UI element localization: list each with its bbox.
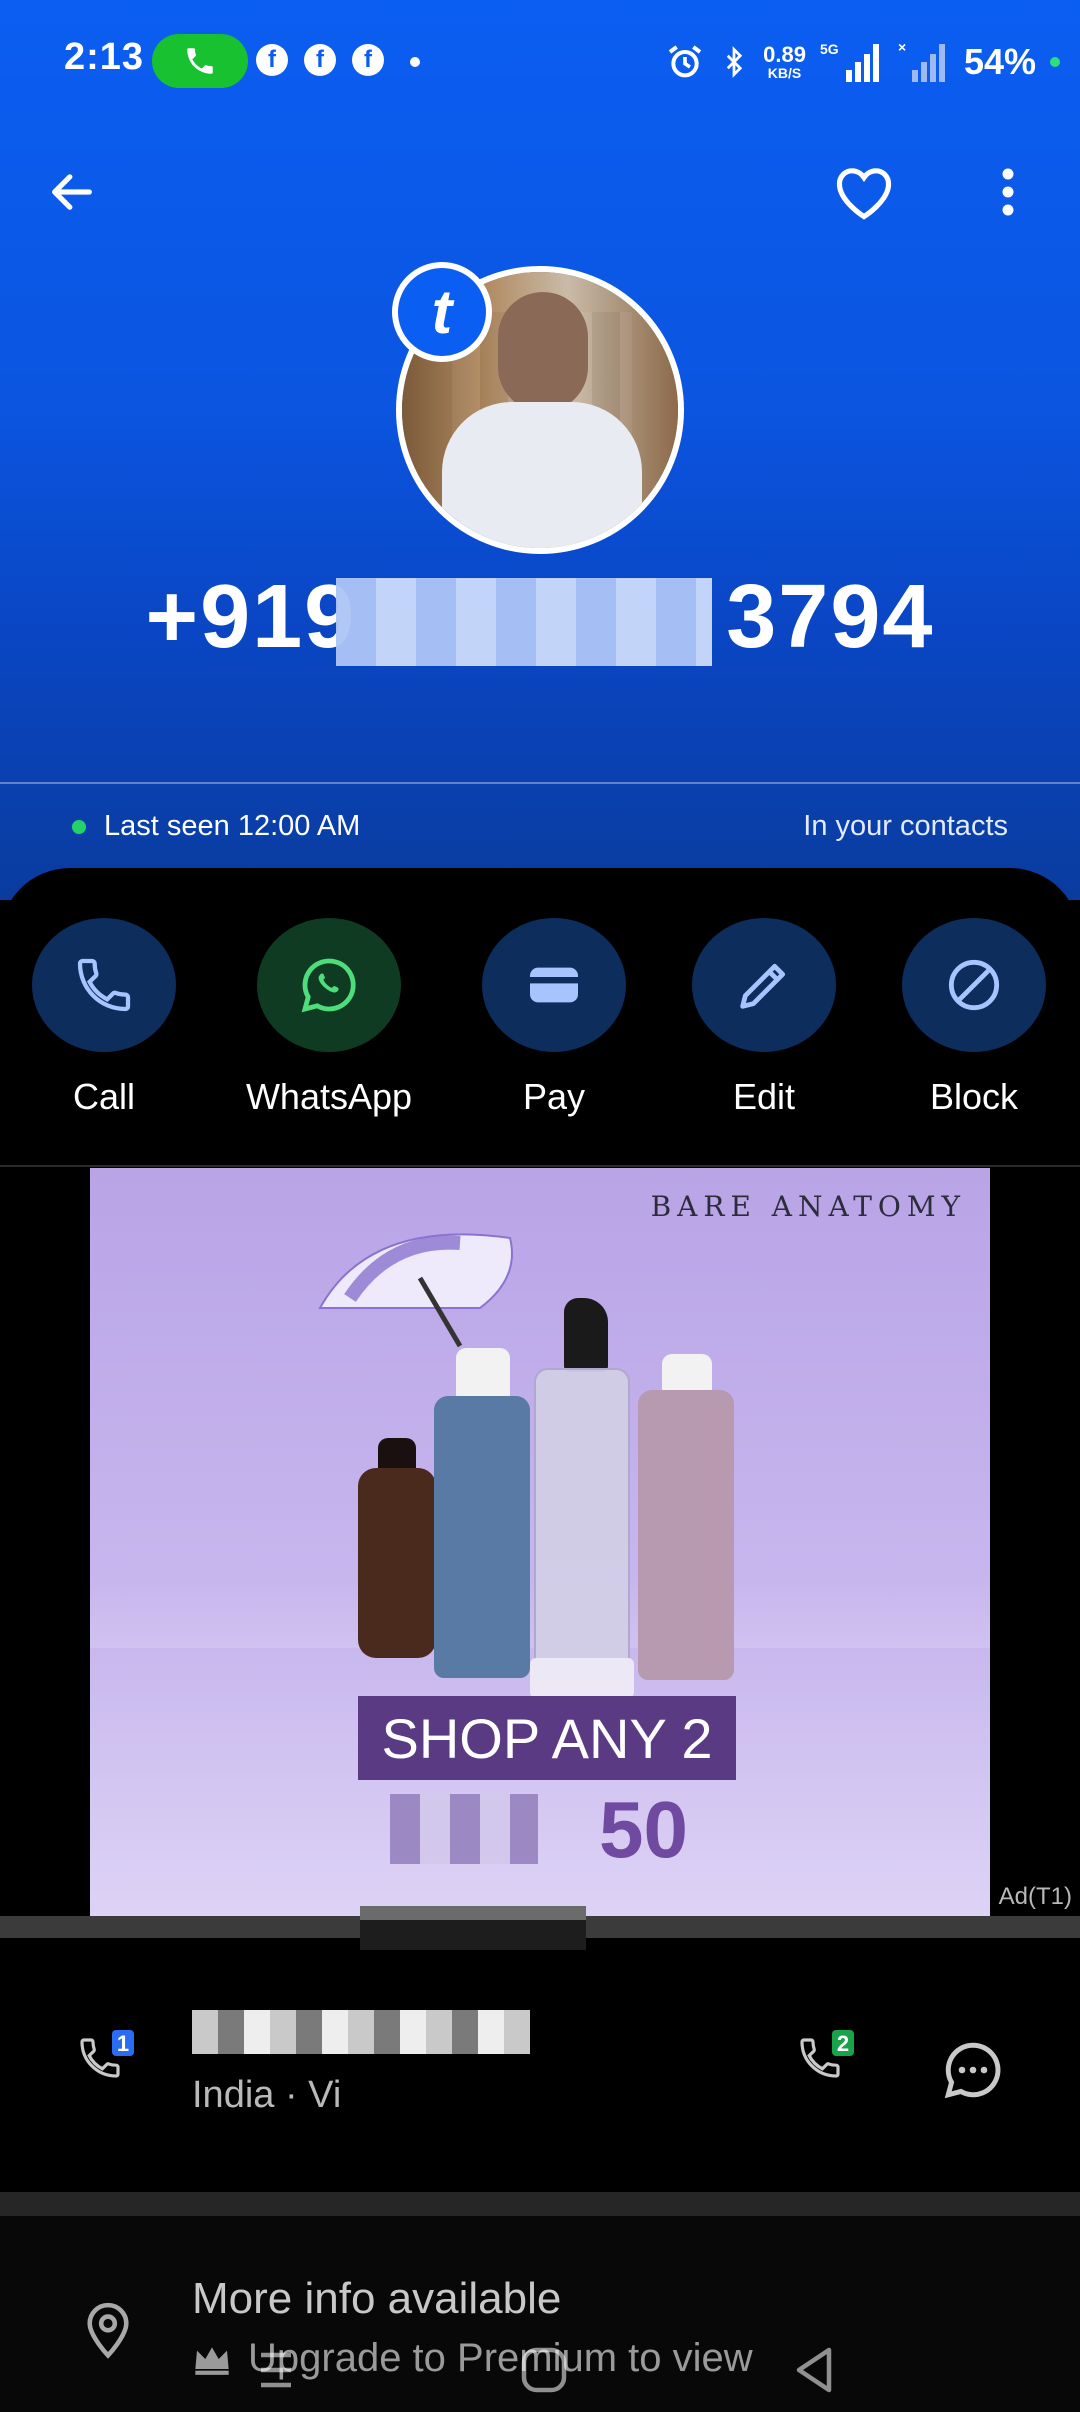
call-action-circle[interactable]: [32, 918, 176, 1052]
phone-icon: [187, 48, 213, 74]
avatar-shirt: [442, 402, 642, 548]
whatsapp-icon: [301, 958, 356, 1013]
section-divider: [0, 2192, 1080, 2216]
truecaller-badge: t: [392, 262, 492, 362]
wallet-icon: [530, 967, 578, 1003]
more-vertical-icon: [1002, 168, 1014, 216]
status-right-group: 0.89 KB/S 5G × 54%: [665, 34, 1060, 90]
pay-action-circle[interactable]: [482, 918, 626, 1052]
avatar-face-blurred: [498, 292, 588, 412]
whatsapp-action-label: WhatsApp: [245, 1076, 413, 1117]
last-seen-text: Last seen 12:00 AM: [104, 810, 361, 842]
location-pin-icon: [87, 2302, 129, 2359]
facebook-notification-icon: f: [352, 44, 384, 76]
back-button[interactable]: [40, 160, 104, 224]
status-bar: 2:13 f f f 0.89 KB/S 5G × 54%: [0, 0, 1080, 120]
arrow-left-icon: [52, 174, 92, 210]
signal-5g-icon: 5G: [820, 41, 879, 82]
number-location: India · Vi: [192, 2074, 342, 2116]
charging-dot: [1050, 57, 1060, 67]
block-action-label: Block: [929, 1076, 1019, 1117]
facebook-notification-icon: f: [256, 44, 288, 76]
ad-brand: BARE ANATOMY: [650, 1190, 966, 1223]
whatsapp-action[interactable]: WhatsApp: [229, 918, 429, 1118]
whatsapp-action-circle[interactable]: [257, 918, 401, 1052]
phone-suffix: 3794: [726, 567, 935, 667]
header-divider: [0, 782, 1080, 784]
ad-product-serum: [358, 1468, 436, 1658]
call-action-label: Call: [72, 1076, 135, 1117]
sim2-badge: 2: [837, 2031, 849, 2056]
contact-saved-status: In your contacts: [803, 810, 1008, 842]
ad-headline: SHOP ANY 2: [358, 1696, 736, 1780]
call-sim2-icon[interactable]: 2: [792, 2026, 864, 2098]
pay-action-label: Pay: [522, 1076, 586, 1117]
block-action-circle[interactable]: [902, 918, 1046, 1052]
edit-action[interactable]: Edit: [664, 918, 864, 1118]
bluetooth-icon: [726, 46, 743, 78]
phone-redaction-mask: [335, 578, 712, 666]
masked-number: [192, 2010, 530, 2054]
last-seen-status: Last seen 12:00 AM: [72, 810, 360, 843]
heart-icon: [836, 168, 892, 220]
ad-banner[interactable]: BARE ANATOMY SHOP ANY 2 50: [90, 1168, 990, 1916]
upgrade-text: Upgrade to Premium to view: [248, 2336, 753, 2380]
phone-prefix: +919: [145, 567, 357, 667]
svg-text:5G: 5G: [820, 41, 839, 57]
net-speed: 0.89 KB/S: [763, 42, 806, 81]
more-options-button[interactable]: [980, 158, 1036, 226]
action-bar: Call WhatsApp Pay Edit Block: [0, 918, 1080, 1118]
call-action[interactable]: Call: [4, 918, 204, 1118]
online-dot: [72, 819, 86, 834]
edit-action-label: Edit: [732, 1076, 796, 1117]
back-nav-icon[interactable]: [784, 2340, 844, 2400]
chat-bubble-icon: [944, 2042, 1001, 2099]
ad-price-redaction: [390, 1794, 538, 1864]
net-speed-unit: KB/S: [767, 65, 802, 81]
svg-text:×: ×: [898, 40, 906, 55]
ad-tag: Ad(T1): [998, 1883, 1072, 1910]
ad-drag-handle[interactable]: [360, 1906, 586, 1950]
facebook-notification-icon: f: [304, 44, 336, 76]
ad-umbrella-image: [318, 1233, 513, 1348]
call-sim1-icon[interactable]: 1: [72, 2026, 144, 2098]
ad-product-blue-bottle: [434, 1396, 530, 1678]
ad-product-spray-cap: [564, 1298, 608, 1372]
favorite-button[interactable]: [826, 158, 902, 226]
ad-product-spray-bottle: [534, 1368, 630, 1688]
alarm-icon: [668, 45, 702, 78]
ad-product-pink-bottle: [638, 1390, 734, 1680]
ad-pedestal: [530, 1658, 634, 1698]
contact-phone-number[interactable]: +919 3794: [0, 566, 1080, 669]
pencil-icon: [740, 963, 786, 1009]
phone-icon: [77, 958, 131, 1012]
more-notifications-dot: [410, 57, 420, 67]
number-row[interactable]: 1 India · Vi 2: [0, 1950, 1080, 2130]
net-speed-value: 0.89: [763, 42, 806, 67]
ad-drag-handle-highlight: [360, 1906, 586, 1920]
edit-action-circle[interactable]: [692, 918, 836, 1052]
recent-apps-icon[interactable]: [246, 2340, 306, 2400]
battery-level: 54%: [963, 41, 1036, 82]
ongoing-call-indicator[interactable]: [152, 34, 248, 88]
home-icon[interactable]: [514, 2340, 574, 2400]
message-button[interactable]: [940, 2037, 1006, 2103]
more-info-title: More info available: [192, 2274, 562, 2323]
sim1-badge: 1: [117, 2031, 129, 2056]
status-time: 2:13: [64, 36, 145, 78]
signal-sim2-icon: ×: [898, 40, 945, 82]
block-icon: [948, 959, 1000, 1011]
crown-icon: [195, 2346, 229, 2375]
block-action[interactable]: Block: [874, 918, 1074, 1118]
pay-action[interactable]: Pay: [454, 918, 654, 1118]
actions-divider: [0, 1165, 1080, 1167]
